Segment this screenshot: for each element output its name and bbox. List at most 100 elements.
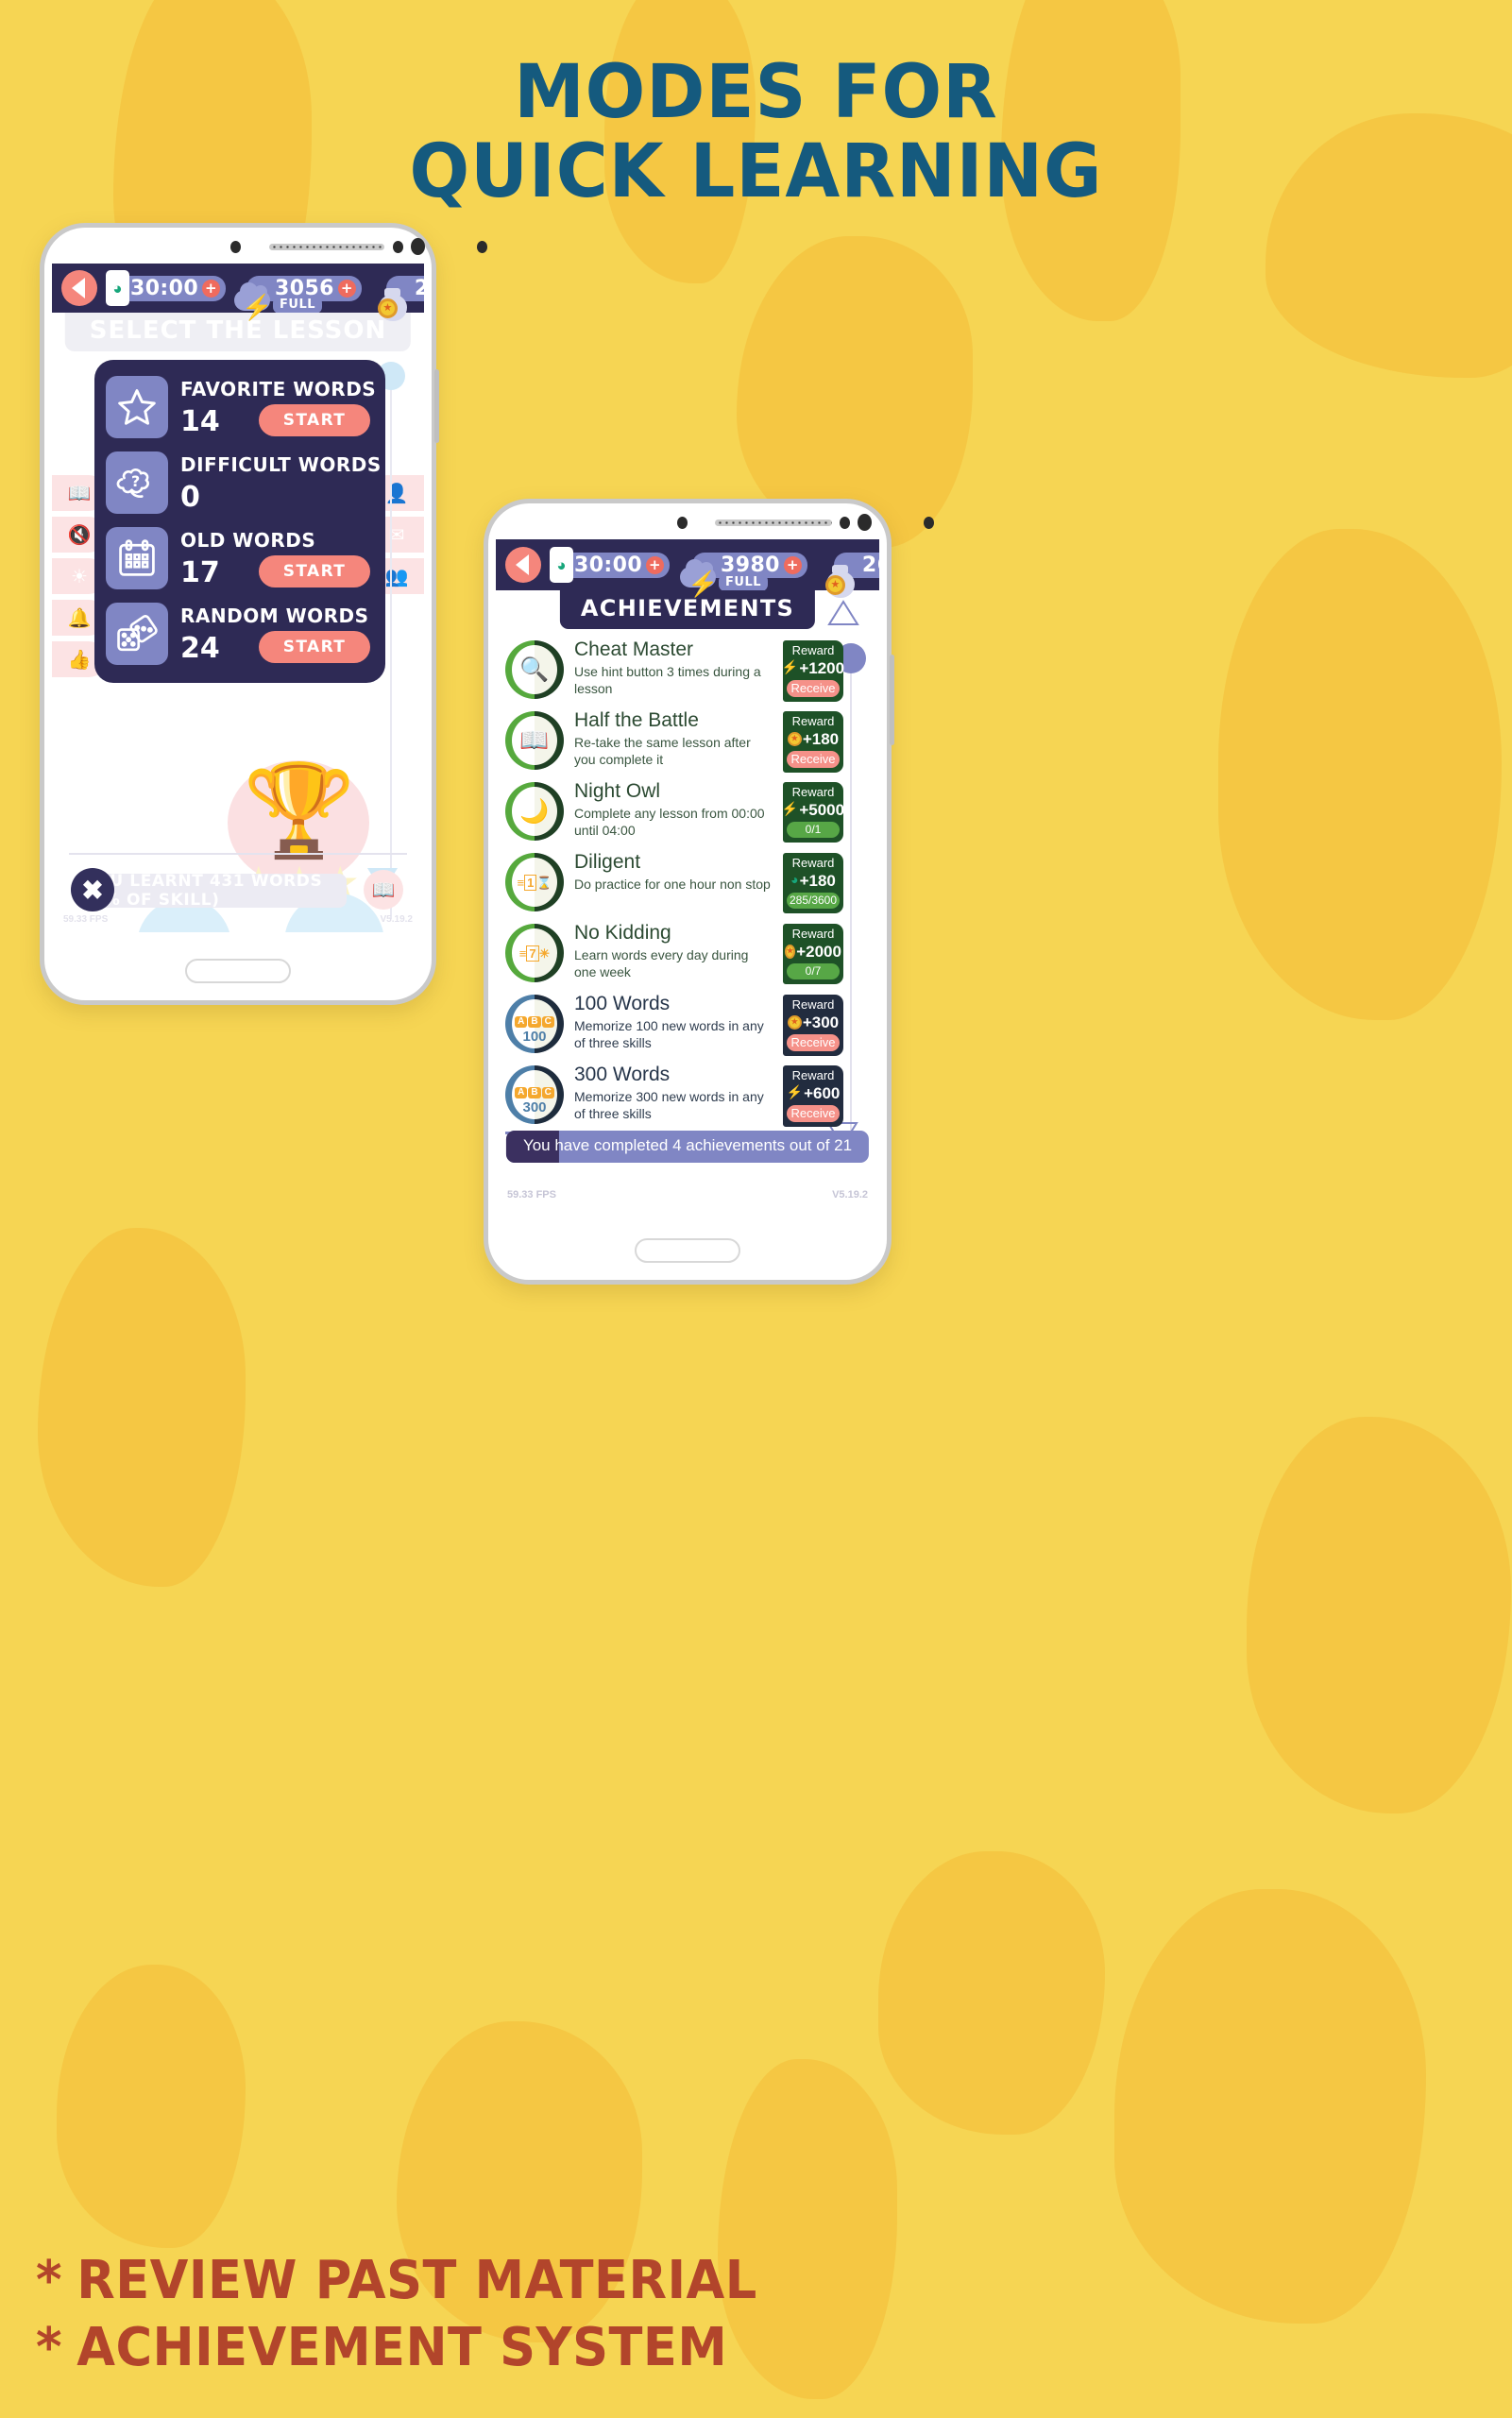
home-indicator[interactable] [635, 1238, 740, 1263]
status-bar: YOU LEARNT 431 WORDS (1% OF SKILL) [84, 872, 347, 910]
reward-value: +180 [802, 729, 840, 748]
back-button[interactable] [61, 270, 97, 306]
achievement-row[interactable]: 🌙 Night Owl Complete any lesson from 00:… [505, 775, 845, 846]
led-icon [477, 241, 487, 253]
scroll-up-icon[interactable] [827, 600, 859, 625]
achievement-row[interactable]: ≡ 1 ⌛ Diligent Do practice for one hour no… [505, 846, 843, 917]
achievement-row[interactable]: 📖 Half the Battle Re-take the same lesso… [505, 705, 843, 775]
reward-value: +1200 [799, 658, 845, 677]
achievement-name: 100 Words [574, 993, 671, 1014]
achievement-name: Cheat Master [574, 639, 694, 660]
front-camera-icon [677, 517, 688, 529]
close-x-icon[interactable]: ✖ [71, 868, 114, 911]
start-button[interactable]: START [259, 631, 370, 663]
home-indicator[interactable] [185, 959, 291, 983]
receive-button[interactable]: Receive [787, 679, 840, 697]
lesson-count: 14 [180, 405, 220, 438]
bullet-2-text: ACHIEVEMENT SYSTEM [76, 2317, 728, 2379]
achievement-name: 300 Words [574, 1064, 671, 1085]
screen-title: SELECT THE LESSON [64, 313, 412, 351]
receive-button[interactable]: Receive [787, 750, 840, 768]
reward-label: Reward [791, 1068, 835, 1082]
front-camera-icon [230, 241, 241, 253]
reward-value: +300 [802, 1013, 840, 1031]
divider [69, 853, 407, 855]
timer-stat[interactable]: ◕ 30:00 + [550, 547, 671, 583]
completed-status: You have completed 4 achievements out of… [505, 1131, 870, 1163]
phone-wifi-icon: ◕ [550, 547, 573, 583]
achievements-list[interactable]: 🔍 Cheat Master Use hint button 3 times d… [505, 634, 845, 1130]
energy-full-badge: FULL [719, 573, 769, 591]
svg-text:?: ? [131, 472, 140, 490]
lesson-count: 0 [180, 481, 200, 514]
version-label: V5.19.2 [380, 914, 413, 925]
coin-icon: ★ [787, 731, 802, 746]
coins-value: 2603 [861, 553, 879, 577]
achievement-row[interactable]: ≡ 7 ☀ No Kidding Learn words every day dur… [505, 917, 843, 988]
reward-box: Reward ★ +300 Receive [783, 995, 843, 1056]
lesson-name: RANDOM WORDS [180, 604, 369, 627]
energy-plus-button[interactable]: + [783, 555, 802, 574]
reward-value: +5000 [799, 800, 845, 819]
back-arrow-icon [71, 278, 85, 298]
progress-badge: 0/7 [787, 962, 840, 979]
coins-value: 2677 [414, 276, 424, 300]
abc-100-icon: ABC 100 [505, 993, 564, 1055]
lesson-row-difficult[interactable]: ? DIFFICULT WORDS 0 [106, 448, 381, 518]
reward-box: Reward ⚡ +1200 Receive [782, 640, 845, 702]
timer-plus-button[interactable]: + [202, 279, 221, 298]
lesson-row-old[interactable]: OLD WORDS 17 START [106, 523, 374, 593]
book-ghost-icon: 📖 [364, 870, 403, 910]
scroll-track[interactable] [390, 390, 392, 919]
achievement-desc: Learn words every day during one week [574, 947, 749, 980]
reward-value: +600 [804, 1083, 841, 1102]
achievement-desc: Use hint button 3 times during a lesson [574, 664, 761, 697]
magnifier-check-icon: 🔍 [505, 639, 564, 701]
phone-mockup-achievements: ◕ 30:00 + ⚡ 3980 + FULL ★ 2 ACHIEVEMENTS… [484, 499, 934, 1285]
phone-mockup-lessons: ◕ 30:00 + ⚡ 3056 + FULL ★ 2 📖 🔇 ☀ 🔔 👍 👤 … [40, 223, 487, 1005]
phone1-screen: ◕ 30:00 + ⚡ 3056 + FULL ★ 2 📖 🔇 ☀ 🔔 👍 👤 … [52, 264, 424, 932]
lesson-name: FAVORITE WORDS [180, 378, 377, 400]
asterisk-icon: * [36, 2249, 63, 2311]
coins-stat[interactable]: ★ 2603 [824, 552, 879, 598]
sensor-icon [393, 241, 403, 253]
back-button[interactable] [505, 547, 541, 583]
achievement-name: Diligent [574, 851, 641, 873]
achievement-row[interactable]: 🔍 Cheat Master Use hint button 3 times d… [505, 634, 845, 705]
reward-value: +2000 [796, 942, 841, 961]
earpiece-speaker-icon [715, 519, 832, 526]
reward-label: Reward [791, 997, 835, 1012]
coins-stat[interactable]: ★ 2677 [377, 275, 424, 321]
energy-stat[interactable]: ⚡ 3056 + FULL [234, 275, 362, 319]
receive-button[interactable]: Receive [787, 1033, 840, 1051]
timer-stat[interactable]: ◕ 30:00 + [106, 270, 227, 306]
fps-counter: 59.33 FPS [63, 914, 109, 925]
energy-full-badge: FULL [273, 296, 323, 314]
proximity-sensor-icon [858, 514, 872, 531]
timer-plus-button[interactable]: + [646, 555, 665, 574]
start-button[interactable]: START [259, 404, 370, 436]
moon-stars-icon: 🌙 [505, 780, 564, 843]
lesson-select-card: FAVORITE WORDS 14 START ? DIFFICULT WORD… [94, 360, 385, 683]
start-button[interactable]: START [259, 555, 370, 587]
achievement-row[interactable]: ABC 100 100 Words Memorize 100 new words… [505, 988, 843, 1059]
lesson-row-favorite[interactable]: FAVORITE WORDS 14 START [106, 372, 377, 442]
game-topbar: ◕ 30:00 + ⚡ 3056 + FULL ★ 2 [52, 264, 424, 321]
book-one-hourglass-icon: ≡ 1 ⌛ [505, 851, 564, 913]
achievement-row[interactable]: ABC 300 300 Words Memorize 300 new words… [505, 1059, 843, 1130]
bullet-1-text: REVIEW PAST MATERIAL [76, 2249, 757, 2311]
phone-notch [488, 503, 934, 539]
receive-button[interactable]: Receive [787, 1104, 840, 1122]
energy-plus-button[interactable]: + [337, 279, 356, 298]
scroll-track[interactable] [850, 673, 852, 1146]
feature-bullets: * REVIEW PAST MATERIAL * ACHIEVEMENT SYSTE… [36, 2247, 757, 2382]
headline-line-1: MODES FOR [514, 50, 998, 135]
coin-icon: ★ [785, 944, 796, 959]
energy-stat[interactable]: ⚡ 3980 + FULL [680, 552, 807, 596]
reward-box: Reward ★ +180 Receive [783, 711, 843, 773]
bullet-1: * REVIEW PAST MATERIAL [36, 2247, 757, 2315]
dice-icon [106, 603, 168, 665]
achievement-name: No Kidding [574, 922, 671, 944]
lesson-row-random[interactable]: RANDOM WORDS 24 START [106, 599, 374, 669]
achievement-name: Half the Battle [574, 709, 699, 731]
